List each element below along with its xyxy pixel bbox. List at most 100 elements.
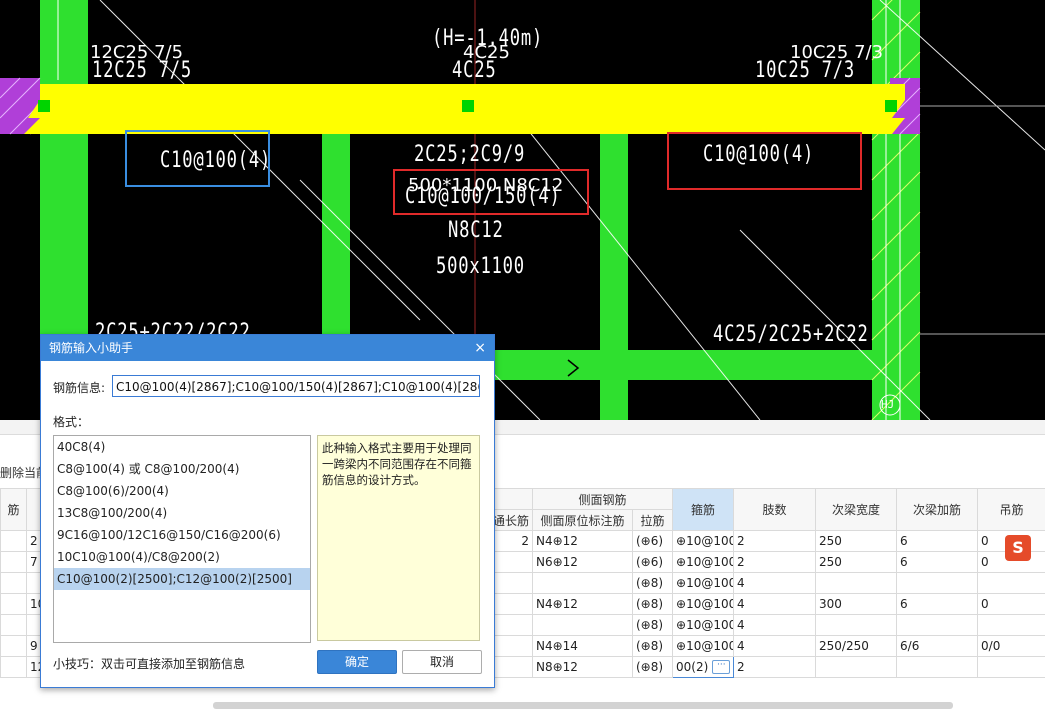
cell-c5[interactable]: ⊕10@100 [672,572,735,594]
cell-c8[interactable]: 6 [896,551,979,573]
cell-c7[interactable] [815,614,898,636]
cell-c8[interactable]: 6 [896,593,979,615]
format-item[interactable]: 40C8(4) [54,436,310,458]
col-header-sub-add[interactable]: 次梁加筋 [896,488,979,531]
cell-c8[interactable] [896,572,979,594]
cell-c1[interactable]: 12 [26,656,41,678]
cell-c0[interactable] [0,656,27,678]
cell-c7[interactable]: 300 [815,593,898,615]
cell-c9[interactable] [977,572,1045,594]
label-mid-e: 500x1100 [436,254,525,279]
cell-c4[interactable]: (⊕8) [631,614,674,636]
cell-c4[interactable]: (⊕8) [631,572,674,594]
cell-c7[interactable]: 250 [815,530,898,552]
cell-c3[interactable] [532,614,633,636]
dialog-titlebar[interactable]: 钢筋输入小助手 × [41,335,494,361]
cell-c3[interactable]: N8⊕12 [532,656,633,678]
cell-c8[interactable] [896,656,979,678]
cell-c7[interactable]: 250 [815,551,898,573]
col-header-legs[interactable]: 肢数 [733,488,817,531]
cell-c6[interactable]: 2 [733,656,817,678]
label-axis: HJ [881,398,895,411]
col-header-sub-width[interactable]: 次梁宽度 [815,488,898,531]
cell-c3[interactable]: N6⊕12 [532,551,633,573]
cell-c6[interactable]: 4 [733,593,817,615]
label-mid-d: N8C12 [448,218,504,243]
col-header-stirrup[interactable]: 箍筋 [672,488,735,531]
more-icon[interactable]: ··· [712,660,731,675]
cell-c7[interactable] [815,656,898,678]
cell-c1[interactable] [26,614,41,636]
cell-c6[interactable]: 2 [733,551,817,573]
cell-c7[interactable]: 250/250 [815,635,898,657]
cell-c6[interactable]: 4 [733,614,817,636]
cell-c0[interactable] [0,530,27,552]
cell-c9[interactable]: 0/0 [977,635,1045,657]
label-mid-c: C10@100/150(4) [405,184,561,209]
format-item[interactable]: C8@100(6)/200(4) [54,480,310,502]
ime-s-icon[interactable]: S [1005,535,1031,561]
format-item[interactable]: C10@100(2)[2500];C12@100(2)[2500] [54,568,310,590]
cell-c0[interactable] [0,551,27,573]
cell-c6[interactable]: 4 [733,572,817,594]
cell-c5[interactable]: ⊕10@100 [672,593,735,615]
cell-c4[interactable]: (⊕8) [631,635,674,657]
cell-c9[interactable] [977,614,1045,636]
cell-c3[interactable]: N4⊕14 [532,635,633,657]
format-item[interactable]: 9C16@100/12C16@150/C16@200(6) [54,524,310,546]
format-list[interactable]: 40C8(4) C8@100(4) 或 C8@100/200(4) C8@100(6… [53,435,311,643]
cell-c8[interactable]: 6 [896,530,979,552]
cell-c1[interactable]: 2 [26,530,41,552]
cell-c3[interactable]: N4⊕12 [532,593,633,615]
cell-c8[interactable] [896,614,979,636]
cell-c1[interactable]: 10 [26,593,41,615]
horizontal-scrollbar[interactable] [213,702,953,709]
cell-c9[interactable] [977,656,1045,678]
cell-c3[interactable]: N4⊕12 [532,530,633,552]
format-hint: 此种输入格式主要用于处理同一跨梁内不同范围存在不同箍筋信息的设计方式。 [317,435,480,641]
close-icon[interactable]: × [474,335,486,361]
cell-c7[interactable] [815,572,898,594]
format-item[interactable]: 10C10@100(4)/C8@200(2) [54,546,310,568]
ok-button[interactable]: 确定 [317,650,397,674]
cell-c6[interactable]: 2 [733,530,817,552]
cell-c4[interactable]: (⊕6) [631,530,674,552]
cell-c4[interactable]: (⊕6) [631,551,674,573]
cell-c6[interactable]: 4 [733,635,817,657]
cell-c4[interactable]: (⊕8) [631,593,674,615]
format-item[interactable]: C8@100(4) 或 C8@100/200(4) [54,458,310,480]
label-bottom-right: 4C25/2C25+2C22 [713,322,869,347]
cell-c0[interactable] [0,614,27,636]
cell-c5[interactable]: ⊕10@100 [672,614,735,636]
col-header-1 [26,488,41,531]
cell-c3[interactable] [532,572,633,594]
cell-c1[interactable] [26,572,41,594]
cell-c1[interactable]: 9 [26,635,41,657]
label-top-center-b: 4C25 [452,58,497,83]
dialog-title: 钢筋输入小助手 [49,341,134,355]
rebar-info-input[interactable]: C10@100(4)[2867];C10@100/150(4)[2867];C1… [112,375,480,397]
col-header-tie[interactable]: 拉筋 [631,509,674,531]
cell-c5[interactable]: ⊕10@100 [672,635,735,657]
cell-c8[interactable]: 6/6 [896,635,979,657]
cell-c1[interactable]: 7 [26,551,41,573]
cell-c5[interactable]: ⊕10@100 [672,551,735,573]
tip-text: 小技巧：双击可直接添加至钢筋信息 [53,657,246,671]
cell-c0[interactable] [0,593,27,615]
cell-c0[interactable] [0,572,27,594]
info-label: 钢筋信息: [53,381,106,395]
col-header-side-in-situ[interactable]: 侧面原位标注筋 [532,509,633,531]
label-mid-a: 2C25;2C9/9 [414,142,526,167]
format-item[interactable]: 13C8@100/200(4) [54,502,310,524]
col-group-side-rebar: 侧面钢筋 [531,488,674,510]
rebar-input-helper-dialog: 钢筋输入小助手 × 钢筋信息: C10@100(4)[2867];C10@100… [40,334,495,688]
cell-c4[interactable]: (⊕8) [631,656,674,678]
stirrup-edit-value[interactable]: 00(2) [676,660,708,674]
cell-c5[interactable]: ⊕10@100 [672,530,735,552]
col-header-hanger[interactable]: 吊筋 [977,488,1045,531]
cell-c5[interactable]: 00(2) ··· [672,656,735,678]
cell-c9[interactable]: 0 [977,593,1045,615]
label-stirrup-right: C10@100(4) [703,142,815,167]
cell-c0[interactable] [0,635,27,657]
cancel-button[interactable]: 取消 [402,650,482,674]
